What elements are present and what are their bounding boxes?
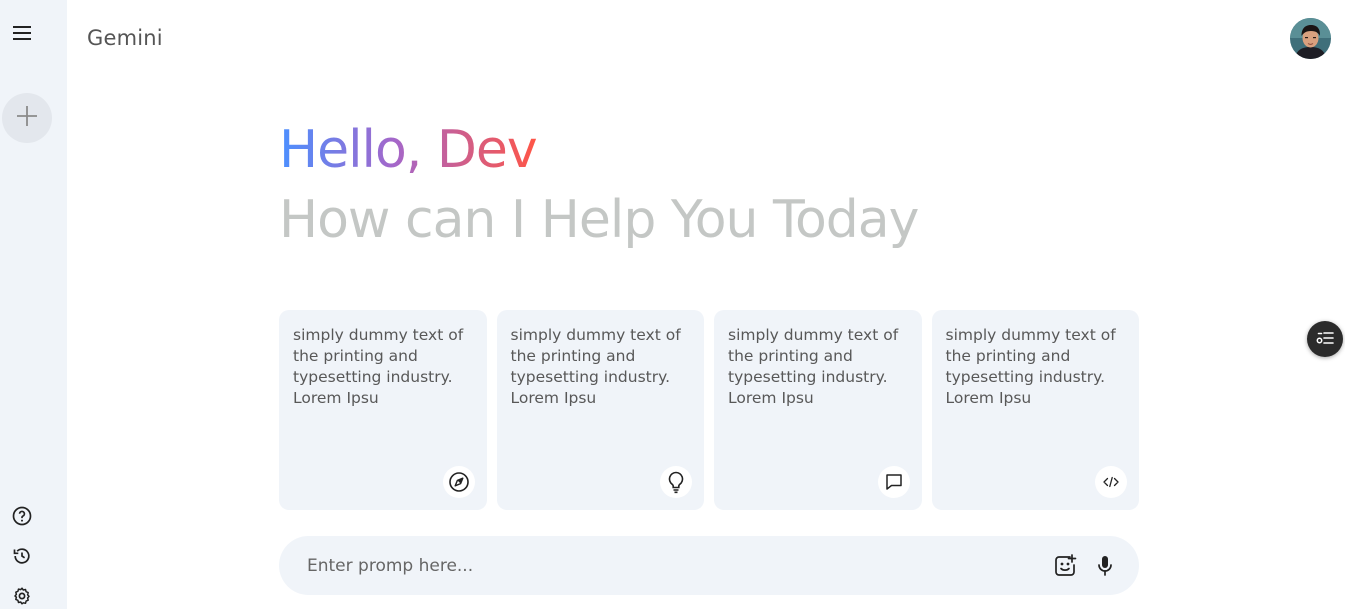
- lightbulb-icon: [660, 466, 692, 498]
- message-icon: [877, 466, 910, 498]
- suggestion-cards: simply dummy text of the printing and ty…: [279, 310, 1139, 510]
- settings-toggle-icon: [1316, 330, 1334, 349]
- settings-icon[interactable]: [12, 586, 32, 606]
- prompt-input[interactable]: [307, 555, 1039, 576]
- code-icon: [1095, 466, 1127, 498]
- card-text: simply dummy text of the printing and ty…: [945, 326, 1116, 407]
- avatar[interactable]: [1290, 18, 1331, 59]
- help-icon[interactable]: [12, 506, 32, 526]
- greeting-title: Hello, Dev: [279, 118, 538, 182]
- prompt-bar: [279, 536, 1139, 595]
- card-text: simply dummy text of the printing and ty…: [510, 326, 681, 407]
- card-text: simply dummy text of the printing and ty…: [293, 326, 464, 407]
- app-title: Gemini: [87, 26, 163, 50]
- new-chat-button[interactable]: [2, 93, 52, 143]
- card-text: simply dummy text of the printing and ty…: [728, 326, 899, 407]
- menu-icon[interactable]: [11, 24, 33, 42]
- suggestion-card[interactable]: simply dummy text of the printing and ty…: [714, 310, 922, 510]
- history-icon[interactable]: [12, 546, 32, 566]
- compass-icon: [442, 466, 475, 498]
- suggestion-card[interactable]: simply dummy text of the printing and ty…: [931, 310, 1139, 510]
- suggestion-card[interactable]: simply dummy text of the printing and ty…: [279, 310, 487, 510]
- sidebar: [0, 0, 67, 609]
- image-upload-icon[interactable]: [1051, 552, 1079, 580]
- microphone-icon[interactable]: [1091, 552, 1119, 580]
- greeting-subtitle: How can I Help You Today: [279, 190, 919, 250]
- plus-icon: [15, 104, 39, 132]
- suggestion-card[interactable]: simply dummy text of the printing and ty…: [496, 310, 704, 510]
- greeting-hello: Hello, Dev: [279, 120, 538, 180]
- floating-action-button[interactable]: [1307, 321, 1343, 357]
